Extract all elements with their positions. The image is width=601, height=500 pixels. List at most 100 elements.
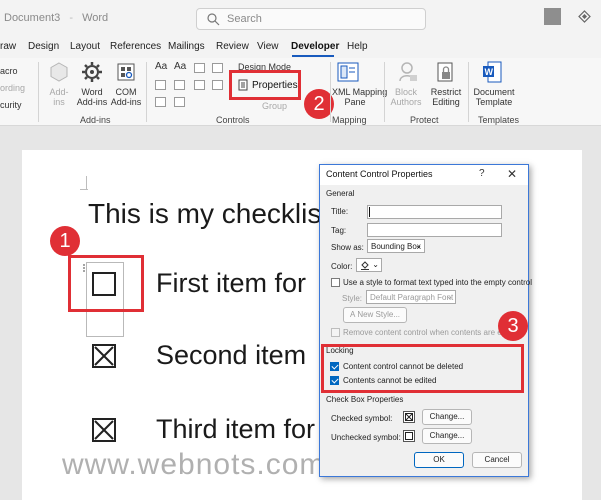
group-label-mapping: Mapping (332, 115, 367, 125)
avatar[interactable] (544, 8, 561, 25)
lock-edit-label: Contents cannot be edited (343, 376, 437, 385)
repeating-section-icon[interactable] (155, 97, 166, 107)
properties-icon (238, 79, 248, 91)
search-icon (207, 13, 220, 26)
addins-hexagon-icon (50, 62, 68, 82)
tab-references[interactable]: References (110, 41, 161, 52)
change-checked-symbol-button[interactable]: Change... (422, 409, 472, 425)
title-label: Title: (331, 207, 349, 216)
help-button[interactable]: ? (479, 168, 485, 179)
callout-3: 3 (498, 311, 528, 341)
close-icon[interactable]: ✕ (507, 167, 517, 181)
crop-mark (80, 189, 88, 190)
tab-developer[interactable]: Developer (291, 41, 339, 52)
group-label-protect: Protect (410, 115, 439, 125)
new-style-button: A New Style... (343, 307, 407, 323)
dialog-title: Content Control Properties (326, 169, 433, 179)
search-box[interactable]: Search (196, 8, 426, 30)
picture-control-icon[interactable] (194, 63, 205, 73)
group-separator (384, 62, 385, 122)
dropdown-control-icon[interactable] (194, 80, 205, 90)
ribbon-partial-security[interactable]: curity (0, 100, 22, 110)
checkbox-properties-section-label: Check Box Properties (326, 395, 404, 404)
tab-layout[interactable]: Layout (70, 41, 100, 52)
plain-text-control[interactable]: Aa (174, 62, 186, 72)
com-addins-button[interactable]: COM Add-ins (108, 87, 144, 107)
cancel-button[interactable]: Cancel (472, 452, 522, 468)
tab-mailings[interactable]: Mailings (168, 41, 205, 52)
style-icon: A (349, 310, 356, 319)
word-document-icon: W (483, 61, 502, 83)
checklist-item-2[interactable]: Second item (156, 340, 306, 371)
style-value: Default Paragraph Font (370, 293, 454, 302)
checklist-item-1[interactable]: First item for (156, 268, 306, 299)
tag-label: Tag: (331, 226, 347, 235)
unchecked-symbol-label: Unchecked symbol: (331, 433, 401, 442)
group-separator (468, 62, 469, 122)
lock-edit-checkbox[interactable] (330, 376, 339, 385)
app-name: Word (82, 12, 109, 24)
style-select: Default Paragraph Font ⌄ (366, 290, 456, 304)
checked-symbol-icon (403, 411, 415, 423)
crop-mark (86, 176, 87, 190)
building-block-icon[interactable] (212, 63, 223, 73)
new-style-label: New Style... (357, 310, 401, 319)
text-cursor (369, 207, 370, 217)
color-label: Color: (331, 262, 353, 271)
checklist-item-3[interactable]: Third item for (156, 414, 315, 445)
ribbon-partial-macros[interactable]: acro (0, 66, 18, 76)
checkbox-control-icon[interactable] (155, 80, 166, 90)
gear-icon (82, 62, 102, 82)
checked-symbol-label: Checked symbol: (331, 414, 393, 423)
ok-button[interactable]: OK (414, 452, 464, 468)
group-label-controls: Controls (216, 115, 250, 125)
tag-input[interactable] (367, 223, 502, 237)
tab-draw[interactable]: raw (0, 41, 16, 52)
color-picker[interactable]: ⌄ (356, 258, 382, 272)
remove-control-label: Remove content control when contents are… (343, 328, 503, 337)
use-style-label: Use a style to format text typed into th… (343, 278, 532, 287)
chevron-down-icon: ⌄ (415, 241, 422, 250)
restrict-editing-button[interactable]: Restrict Editing (428, 87, 464, 107)
show-as-select[interactable]: Bounding Box ⌄ (367, 239, 425, 253)
tab-help[interactable]: Help (347, 41, 368, 52)
document-name: Document3 (4, 12, 61, 24)
block-authors-icon (399, 62, 417, 82)
locking-section-label: Locking (326, 346, 354, 355)
group-label-templates: Templates (478, 115, 520, 125)
date-picker-icon[interactable] (212, 80, 223, 90)
tab-view[interactable]: View (257, 41, 279, 52)
com-addins-icon (117, 63, 135, 81)
legacy-tools-icon[interactable] (174, 97, 185, 107)
show-as-label: Show as: (331, 243, 364, 252)
group-separator (146, 62, 147, 122)
xml-mapping-icon (337, 62, 359, 82)
tab-review[interactable]: Review (216, 41, 249, 52)
group-button: Group (262, 101, 288, 111)
checkbox-highlight (68, 255, 144, 312)
active-tab-indicator (292, 55, 334, 57)
callout-1: 1 (50, 226, 80, 256)
checkbox-checked-icon[interactable] (92, 418, 116, 442)
lock-delete-checkbox[interactable] (330, 362, 339, 371)
unchecked-symbol-icon (403, 430, 415, 442)
properties-button[interactable]: Properties (252, 80, 298, 91)
document-template-button[interactable]: Document Template (472, 87, 516, 107)
word-addins-button[interactable]: Word Add-ins (74, 87, 110, 107)
change-unchecked-symbol-button[interactable]: Change... (422, 428, 472, 444)
lock-delete-label: Content control cannot be deleted (343, 362, 464, 371)
diamond-icon[interactable] (578, 10, 591, 23)
style-label: Style: (342, 294, 363, 303)
checkbox-checked-icon[interactable] (92, 344, 116, 368)
chevron-down-icon: ⌄ (372, 260, 379, 269)
tab-design[interactable]: Design (28, 41, 59, 52)
paint-bucket-icon (361, 261, 369, 270)
remove-control-checkbox (331, 328, 340, 337)
use-style-checkbox[interactable] (331, 278, 340, 287)
xml-mapping-pane-button[interactable]: XML Mapping Pane (332, 87, 387, 107)
combobox-control-icon[interactable] (174, 80, 185, 90)
rich-text-control[interactable]: Aa (155, 62, 167, 72)
title-input[interactable] (367, 205, 502, 219)
group-separator (38, 62, 39, 122)
document-heading[interactable]: This is my checklist (88, 198, 329, 230)
